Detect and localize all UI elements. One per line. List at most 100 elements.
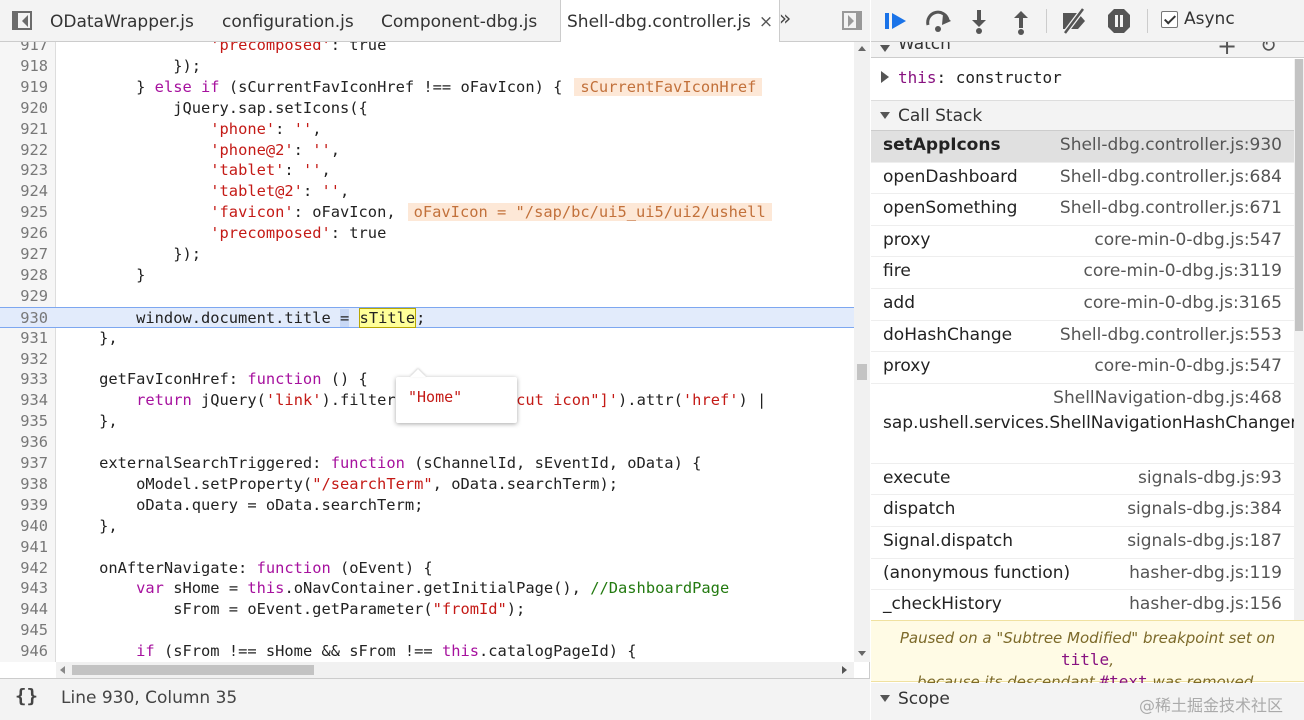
line-number[interactable]: 929	[0, 286, 48, 307]
frame-location[interactable]: ShellNavigation-dbg.js:468	[1053, 388, 1282, 408]
call-frame[interactable]: openDashboard Shell-dbg.controller.js:684	[871, 162, 1294, 195]
line-number[interactable]: 917	[0, 42, 48, 56]
frame-location[interactable]: signals-dbg.js:187	[1127, 531, 1282, 551]
code-line[interactable]: 927 });	[0, 244, 854, 265]
line-number[interactable]: 943	[0, 578, 48, 599]
call-frame[interactable]: add core-min-0-dbg.js:3165	[871, 289, 1294, 321]
frame-location[interactable]: hasher-dbg.js:156	[1129, 594, 1282, 614]
code-line[interactable]: 937 externalSearchTriggered: function (s…	[0, 453, 854, 474]
code-line[interactable]: 944 sFrom = oEvent.getParameter("fromId"…	[0, 599, 854, 620]
line-number[interactable]: 927	[0, 244, 48, 265]
line-number[interactable]: 936	[0, 432, 48, 453]
scroll-up-icon[interactable]	[858, 46, 866, 51]
execution-line[interactable]: 930 window.document.title = sTitle;	[0, 306, 854, 329]
code-line[interactable]: 943 var sHome = this.oNavContainer.getIn…	[0, 578, 854, 599]
code-line[interactable]: 942 onAfterNavigate: function (oEvent) {	[0, 558, 854, 579]
call-frame[interactable]: dispatch signals-dbg.js:384	[871, 495, 1294, 527]
tab-shell-dbg-controller[interactable]: Shell-dbg.controller.js ×	[560, 0, 781, 43]
step-over-icon[interactable]	[923, 0, 953, 42]
watch-expression[interactable]: this: constructor	[871, 59, 1304, 101]
watch-section-header[interactable]: Watch + ↻	[871, 42, 1304, 58]
call-frame[interactable]: proxy core-min-0-dbg.js:547	[871, 225, 1294, 258]
call-frame[interactable]: openSomething Shell-dbg.controller.js:671	[871, 194, 1294, 226]
toggle-debugger-icon[interactable]	[840, 9, 864, 33]
call-frame[interactable]: (anonymous function) hasher-dbg.js:119	[871, 558, 1294, 591]
scroll-thumb[interactable]	[1295, 59, 1303, 331]
line-number[interactable]: 940	[0, 516, 48, 537]
line-number[interactable]: 924	[0, 181, 48, 202]
line-number[interactable]: 919	[0, 77, 48, 98]
line-number[interactable]: 923	[0, 160, 48, 181]
call-frame[interactable]: _checkHistory hasher-dbg.js:156	[871, 590, 1294, 620]
line-number[interactable]: 932	[0, 349, 48, 370]
code-line[interactable]: 925 'favicon': oFavIcon, oFavIcon = "/sap…	[0, 202, 854, 223]
call-frame[interactable]: fire core-min-0-dbg.js:3119	[871, 257, 1294, 289]
line-number[interactable]: 934	[0, 390, 48, 411]
line-number[interactable]: 921	[0, 119, 48, 140]
line-number[interactable]: 945	[0, 620, 48, 641]
close-tab-icon[interactable]: ×	[759, 12, 773, 32]
step-into-icon[interactable]	[969, 0, 989, 42]
code-line[interactable]: 923 'tablet': '',	[0, 160, 854, 181]
pretty-print-icon[interactable]: {}	[15, 685, 38, 707]
frame-location[interactable]: core-min-0-dbg.js:3119	[1084, 261, 1282, 281]
code-line[interactable]: 940 },	[0, 516, 854, 537]
line-number[interactable]: 946	[0, 641, 48, 662]
refresh-watch-icon[interactable]: ↻	[1260, 42, 1277, 57]
sidebar-scrollbar[interactable]	[1294, 59, 1304, 620]
line-number[interactable]: 920	[0, 98, 48, 119]
line-number[interactable]: 933	[0, 369, 48, 390]
tab-component-dbg[interactable]: Component-dbg.js	[381, 0, 537, 42]
frame-location[interactable]: hasher-dbg.js:119	[1129, 563, 1282, 583]
frame-location[interactable]: signals-dbg.js:93	[1138, 468, 1282, 488]
frame-location[interactable]: core-min-0-dbg.js:547	[1094, 356, 1282, 376]
deactivate-breakpoints-icon[interactable]	[1059, 0, 1089, 42]
line-number[interactable]: 939	[0, 495, 48, 516]
line-number[interactable]: 935	[0, 411, 48, 432]
frame-location[interactable]: core-min-0-dbg.js:547	[1094, 230, 1282, 250]
scroll-left-icon[interactable]	[60, 666, 65, 674]
scope-section-header[interactable]: Scope @稀土掘金技术社区	[871, 683, 1304, 720]
call-frame[interactable]: Signal.dispatch signals-dbg.js:187	[871, 527, 1294, 559]
toggle-navigator-icon[interactable]	[10, 9, 34, 33]
line-number[interactable]: 928	[0, 265, 48, 286]
line-number[interactable]: 937	[0, 453, 48, 474]
line-number[interactable]: 930	[0, 308, 48, 329]
frame-location[interactable]: Shell-dbg.controller.js:553	[1060, 325, 1282, 345]
code-line[interactable]: 945	[0, 620, 854, 641]
step-out-icon[interactable]	[1011, 0, 1031, 42]
editor-horizontal-scrollbar[interactable]	[56, 662, 854, 678]
code-line[interactable]: 931 },	[0, 328, 854, 349]
frame-location[interactable]: Shell-dbg.controller.js:671	[1060, 198, 1282, 218]
call-frame[interactable]: sap.ushell.services.ShellNavigationHashC…	[871, 383, 1294, 464]
code-line[interactable]: 918 });	[0, 56, 854, 77]
line-number[interactable]: 938	[0, 474, 48, 495]
editor-vertical-scrollbar[interactable]	[854, 42, 870, 662]
call-frame[interactable]: execute signals-dbg.js:93	[871, 463, 1294, 496]
scroll-thumb[interactable]	[857, 364, 867, 380]
line-number[interactable]: 922	[0, 140, 48, 161]
code-line[interactable]: 921 'phone': '',	[0, 119, 854, 140]
frame-location[interactable]: core-min-0-dbg.js:3165	[1084, 293, 1282, 313]
line-number[interactable]: 918	[0, 56, 48, 77]
resume-icon[interactable]	[883, 0, 909, 42]
line-number[interactable]: 926	[0, 223, 48, 244]
code-line[interactable]: 932	[0, 349, 854, 370]
frame-location[interactable]: Shell-dbg.controller.js:930	[1060, 135, 1282, 155]
code-line[interactable]: 939 oData.query = oData.searchTerm;	[0, 495, 854, 516]
code-line[interactable]: 917 'precomposed': true	[0, 42, 854, 56]
line-number[interactable]: 942	[0, 558, 48, 579]
call-stack-header[interactable]: Call Stack	[871, 101, 1304, 131]
call-frame[interactable]: proxy core-min-0-dbg.js:547	[871, 352, 1294, 384]
collapsed-arrow-icon[interactable]	[881, 71, 889, 83]
code-line[interactable]: 941	[0, 537, 854, 558]
code-line[interactable]: 928 }	[0, 265, 854, 286]
line-number[interactable]: 941	[0, 537, 48, 558]
code-line[interactable]: 929	[0, 286, 854, 307]
code-line[interactable]: 926 'precomposed': true	[0, 223, 854, 244]
code-line[interactable]: 924 'tablet@2': '',	[0, 181, 854, 202]
frame-location[interactable]: Shell-dbg.controller.js:684	[1060, 167, 1282, 187]
call-frame[interactable]: setAppIcons Shell-dbg.controller.js:930	[871, 131, 1294, 163]
code-line[interactable]: 920 jQuery.sap.setIcons({	[0, 98, 854, 119]
code-line[interactable]: 946 if (sFrom !== sHome && sFrom !== thi…	[0, 641, 854, 662]
